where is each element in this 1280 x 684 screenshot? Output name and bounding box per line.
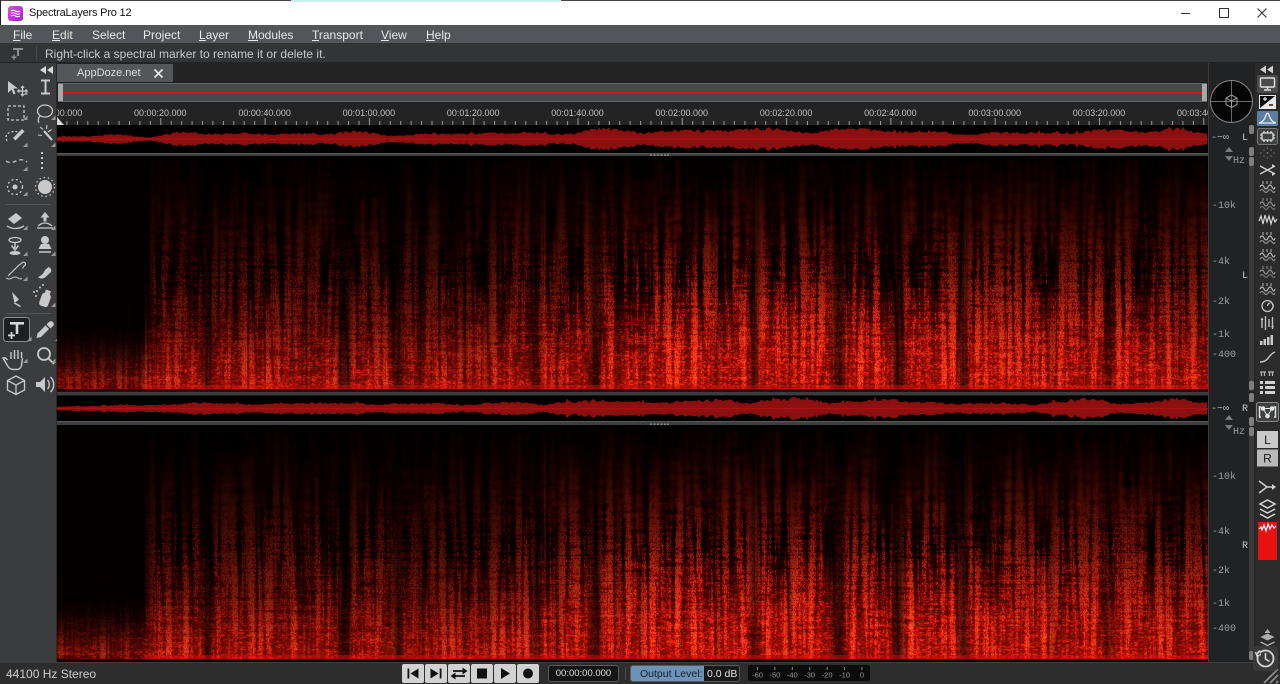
svg-text:00:01:40.000: 00:01:40.000 — [551, 108, 604, 118]
svg-text:L: L — [1264, 433, 1271, 447]
svg-text:-40: -40 — [787, 671, 798, 680]
svg-text:00:01:20.000: 00:01:20.000 — [447, 108, 500, 118]
svg-text:00:03:00.000: 00:03:00.000 — [968, 108, 1021, 118]
svg-text:00:00:40.000: 00:00:40.000 — [238, 108, 291, 118]
svg-text:00:02:20.000: 00:02:20.000 — [760, 108, 813, 118]
svg-text:00:03:20.000: 00:03:20.000 — [1073, 108, 1126, 118]
svg-text:00:02:00.000: 00:02:00.000 — [656, 108, 709, 118]
svg-text:0: 0 — [860, 671, 864, 680]
svg-text:-50: -50 — [769, 671, 780, 680]
svg-text:-60: -60 — [752, 671, 763, 680]
svg-text:00:01:00.000: 00:01:00.000 — [343, 108, 396, 118]
svg-text:-10: -10 — [839, 671, 850, 680]
svg-text:-20: -20 — [822, 671, 833, 680]
svg-text:00:00:00.000: 00:00:00.000 — [57, 108, 82, 118]
svg-text:R: R — [1263, 452, 1272, 466]
svg-text:00:03:40.000: 00:03:40.000 — [1177, 108, 1208, 118]
svg-text:-30: -30 — [804, 671, 815, 680]
svg-text:00:02:40.000: 00:02:40.000 — [864, 108, 917, 118]
svg-text:00:00:20.000: 00:00:20.000 — [134, 108, 187, 118]
